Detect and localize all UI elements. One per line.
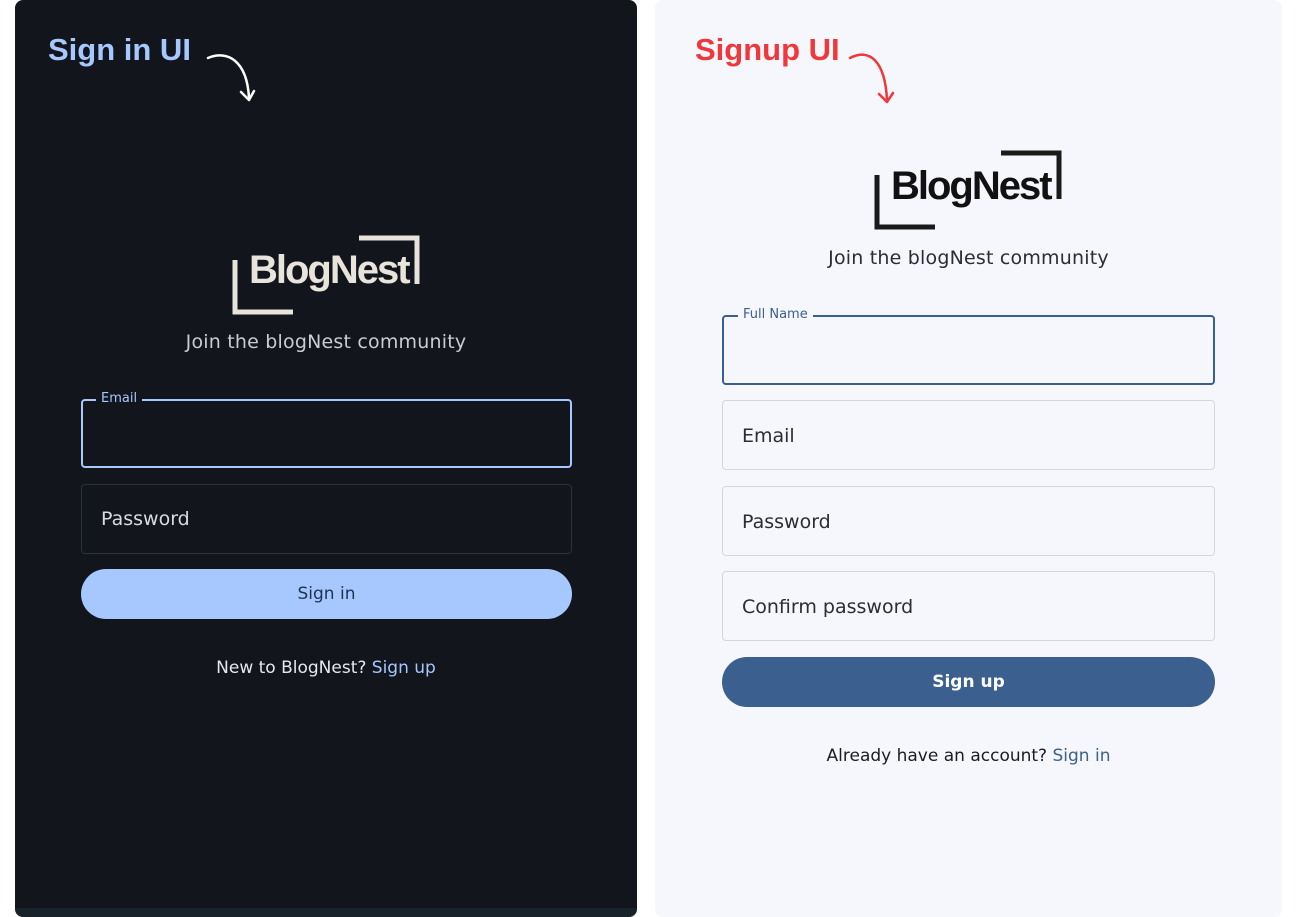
- password-input[interactable]: [82, 485, 571, 553]
- signup-panel: Signup UI BlogNest Join the blogNest com…: [655, 0, 1282, 917]
- confirm-password-input[interactable]: [723, 572, 1214, 640]
- blognest-logo: BlogNest: [873, 149, 1063, 231]
- password-input[interactable]: [723, 487, 1214, 555]
- full-name-field[interactable]: Full Name: [722, 307, 1215, 385]
- taskbar-strip: [15, 908, 637, 917]
- logo-wordmark: BlogNest: [891, 164, 1053, 208]
- signin-footer: New to BlogNest? Sign up: [15, 658, 637, 678]
- signin-caption: Sign in UI: [48, 32, 191, 67]
- email-input[interactable]: [83, 401, 570, 466]
- signup-footer: Already have an account? Sign in: [655, 746, 1282, 766]
- confirm-password-field[interactable]: Confirm password: [722, 571, 1215, 641]
- signin-footer-text: New to BlogNest?: [216, 658, 372, 678]
- email-field[interactable]: Email: [81, 391, 572, 468]
- signin-link[interactable]: Sign in: [1052, 746, 1110, 766]
- password-field[interactable]: Password: [81, 484, 572, 554]
- signup-caption: Signup UI: [695, 32, 840, 67]
- signin-tagline: Join the blogNest community: [185, 331, 467, 353]
- password-field[interactable]: Password: [722, 486, 1215, 556]
- signin-panel: Sign in UI BlogNest Join the blogNest co…: [15, 0, 637, 917]
- signin-button-label: Sign in: [297, 584, 356, 604]
- full-name-input[interactable]: [724, 317, 1213, 383]
- signup-link[interactable]: Sign up: [372, 658, 436, 678]
- email-input[interactable]: [723, 401, 1214, 469]
- curved-arrow-icon: [206, 54, 256, 102]
- email-field[interactable]: Email: [722, 400, 1215, 470]
- signin-button[interactable]: Sign in: [81, 569, 572, 619]
- logo-wordmark: BlogNest: [249, 248, 411, 292]
- signup-footer-text: Already have an account?: [826, 746, 1053, 766]
- curved-arrow-icon: [848, 53, 895, 104]
- blognest-logo: BlogNest: [231, 234, 421, 316]
- signup-button-label: Sign up: [932, 672, 1005, 692]
- signup-button[interactable]: Sign up: [722, 657, 1215, 707]
- signup-tagline: Join the blogNest community: [828, 247, 1109, 269]
